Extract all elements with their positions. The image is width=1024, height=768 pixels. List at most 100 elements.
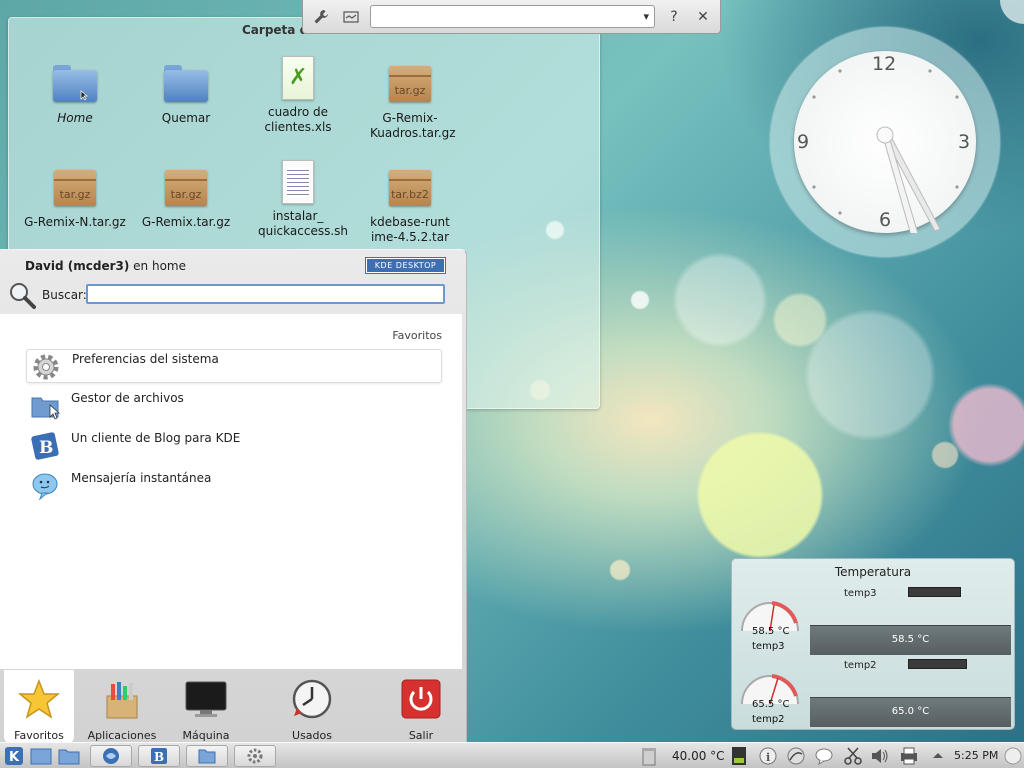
svg-text:K: K xyxy=(9,750,20,765)
blog-icon: B xyxy=(31,432,59,460)
temp2-row-label: temp2 xyxy=(844,660,877,671)
temp2-level-bar xyxy=(908,659,967,669)
tab-label: Máquina xyxy=(182,729,230,742)
user-name: David (mcder3) xyxy=(25,259,130,273)
file-g-remix[interactable]: tar.gz G-Remix.tar.gz xyxy=(130,164,242,230)
temp3-history-graph: 58.5 °C xyxy=(810,625,1011,655)
chat-icon[interactable] xyxy=(814,746,836,766)
user-location: en home xyxy=(129,259,186,273)
search-input[interactable] xyxy=(86,284,445,304)
file-label: G-Remix-N.tar.gz xyxy=(24,215,126,229)
tab-usados-recientemente[interactable]: Usados recientemente xyxy=(254,670,370,755)
file-label: G-Remix.tar.gz xyxy=(141,215,231,229)
favorite-file-manager[interactable]: Gestor de archivos xyxy=(26,389,442,423)
folder-icon xyxy=(31,397,60,420)
search-icon xyxy=(10,283,36,309)
archive-icon: tar.bz2 xyxy=(386,164,434,212)
desktop-toolbox-icon[interactable] xyxy=(1000,0,1024,24)
svg-text:B: B xyxy=(154,750,164,764)
temp3-gauge-label: temp3 xyxy=(752,641,785,652)
spreadsheet-icon: ✗ xyxy=(274,54,322,102)
file-label: kdebase-runtime-4.5.2.tar xyxy=(370,215,450,244)
file-home[interactable]: Home xyxy=(19,60,131,126)
panel-clock[interactable]: 5:25 PM xyxy=(954,749,998,762)
favorite-label: Mensajería instantánea xyxy=(71,471,212,485)
tab-salir[interactable]: Salir xyxy=(388,670,454,743)
tab-aplicaciones[interactable]: Aplicaciones xyxy=(84,670,160,743)
favorite-system-settings[interactable]: Preferencias del sistema xyxy=(26,349,442,383)
temp3-graph-value: 58.5 °C xyxy=(891,634,930,645)
battery-icon[interactable] xyxy=(730,746,752,766)
archive-icon: tar.gz xyxy=(386,60,434,108)
file-label: Home xyxy=(57,111,93,125)
tab-favoritos[interactable]: Favoritos xyxy=(4,670,74,743)
favorite-blog-client[interactable]: B Un cliente de Blog para KDE xyxy=(26,429,442,463)
folder-icon[interactable] xyxy=(58,746,80,766)
clock-numeral-6: 6 xyxy=(879,209,892,231)
clock-numeral-9: 9 xyxy=(797,131,810,153)
power-icon xyxy=(401,679,441,719)
folder-icon xyxy=(162,60,210,108)
clock-numeral-3: 3 xyxy=(958,131,971,153)
close-icon[interactable]: ✕ xyxy=(693,7,713,27)
kde-menu-icon[interactable]: K xyxy=(4,746,26,766)
temperature-widget: Temperatura 58.5 °C temp3 temp3 58.5 °C … xyxy=(731,558,1015,730)
show-desktop-icon[interactable] xyxy=(30,746,52,766)
temperature-title: Temperatura xyxy=(834,565,912,579)
temp3-row-label: temp3 xyxy=(844,588,877,599)
panel-toolbox-icon[interactable] xyxy=(1003,746,1024,766)
file-kdebase-runtime[interactable]: tar.bz2 kdebase-runtime-4.5.2.tar xyxy=(354,164,466,245)
kickoff-launcher: David (mcder3) en home KDE DESKTOP Busca… xyxy=(0,249,467,755)
chevron-down-icon: ▾ xyxy=(643,10,649,23)
wrench-icon[interactable] xyxy=(311,7,331,27)
favorite-label: Preferencias del sistema xyxy=(72,352,219,366)
scissors-icon[interactable] xyxy=(843,746,865,766)
temp3-gauge: 58.5 °C xyxy=(738,591,802,643)
tab-maquina[interactable]: Máquina xyxy=(172,670,240,743)
task-browser[interactable] xyxy=(90,745,132,767)
svg-text:i: i xyxy=(766,751,770,764)
file-instalar-quickaccess[interactable]: instalar_ quickaccess.sh xyxy=(242,158,354,239)
network-icon[interactable] xyxy=(786,746,808,766)
computer-icon xyxy=(185,681,227,717)
panel-temperature: 40.00 °C xyxy=(672,749,725,763)
archive-icon: tar.gz xyxy=(51,164,99,212)
task-settings[interactable] xyxy=(234,745,276,767)
launcher-search-row: Buscar: xyxy=(6,281,451,309)
chevron-up-icon[interactable] xyxy=(930,746,952,766)
file-cuadro-clientes[interactable]: ✗ cuadro de clientes.xls xyxy=(242,54,354,135)
file-label: instalar_ quickaccess.sh xyxy=(258,209,348,238)
temp3-level-bar xyxy=(908,587,961,597)
info-icon[interactable]: i xyxy=(758,746,780,766)
task-file-manager[interactable] xyxy=(186,745,228,767)
widget-toolbar: ▾ ? ✕ xyxy=(302,0,721,34)
search-label: Buscar: xyxy=(42,288,87,302)
svg-text:B: B xyxy=(39,438,53,458)
section-title: Favoritos xyxy=(392,329,442,342)
temp2-gauge: 65.5 °C xyxy=(738,664,802,716)
temp2-gauge-value: 65.5 °C xyxy=(752,699,790,710)
favorite-label: Gestor de archivos xyxy=(71,391,184,405)
printer-icon[interactable] xyxy=(899,746,921,766)
task-blog[interactable]: B xyxy=(138,745,180,767)
clock-face: 12 3 6 9 xyxy=(794,51,976,233)
favorite-instant-messaging[interactable]: Mensajería instantánea xyxy=(26,469,442,503)
file-label: Quemar xyxy=(161,111,211,125)
tab-label: Favoritos xyxy=(14,729,64,742)
help-icon[interactable]: ? xyxy=(664,7,684,27)
tab-label: Salir xyxy=(408,729,434,742)
analog-clock-widget[interactable]: 12 3 6 9 xyxy=(770,27,1000,257)
file-quemar[interactable]: Quemar xyxy=(130,60,242,126)
temp2-history-graph: 65.0 °C xyxy=(810,697,1011,727)
file-g-remix-n[interactable]: tar.gz G-Remix-N.tar.gz xyxy=(19,164,131,230)
file-g-remix-kuadros[interactable]: tar.gz G-Remix-Kuadros.tar.gz xyxy=(354,60,466,141)
favorites-list: Favoritos Preferencias del sistema Gesto… xyxy=(0,314,462,669)
configure-icon[interactable] xyxy=(341,7,361,27)
volume-icon[interactable] xyxy=(870,746,892,766)
folder-icon xyxy=(51,60,99,108)
archive-icon: tar.gz xyxy=(162,164,210,212)
activity-combo[interactable]: ▾ xyxy=(370,5,655,28)
file-label: G-Remix-Kuadros.tar.gz xyxy=(370,111,456,140)
gear-icon xyxy=(33,354,59,380)
trash-icon[interactable] xyxy=(640,746,662,766)
